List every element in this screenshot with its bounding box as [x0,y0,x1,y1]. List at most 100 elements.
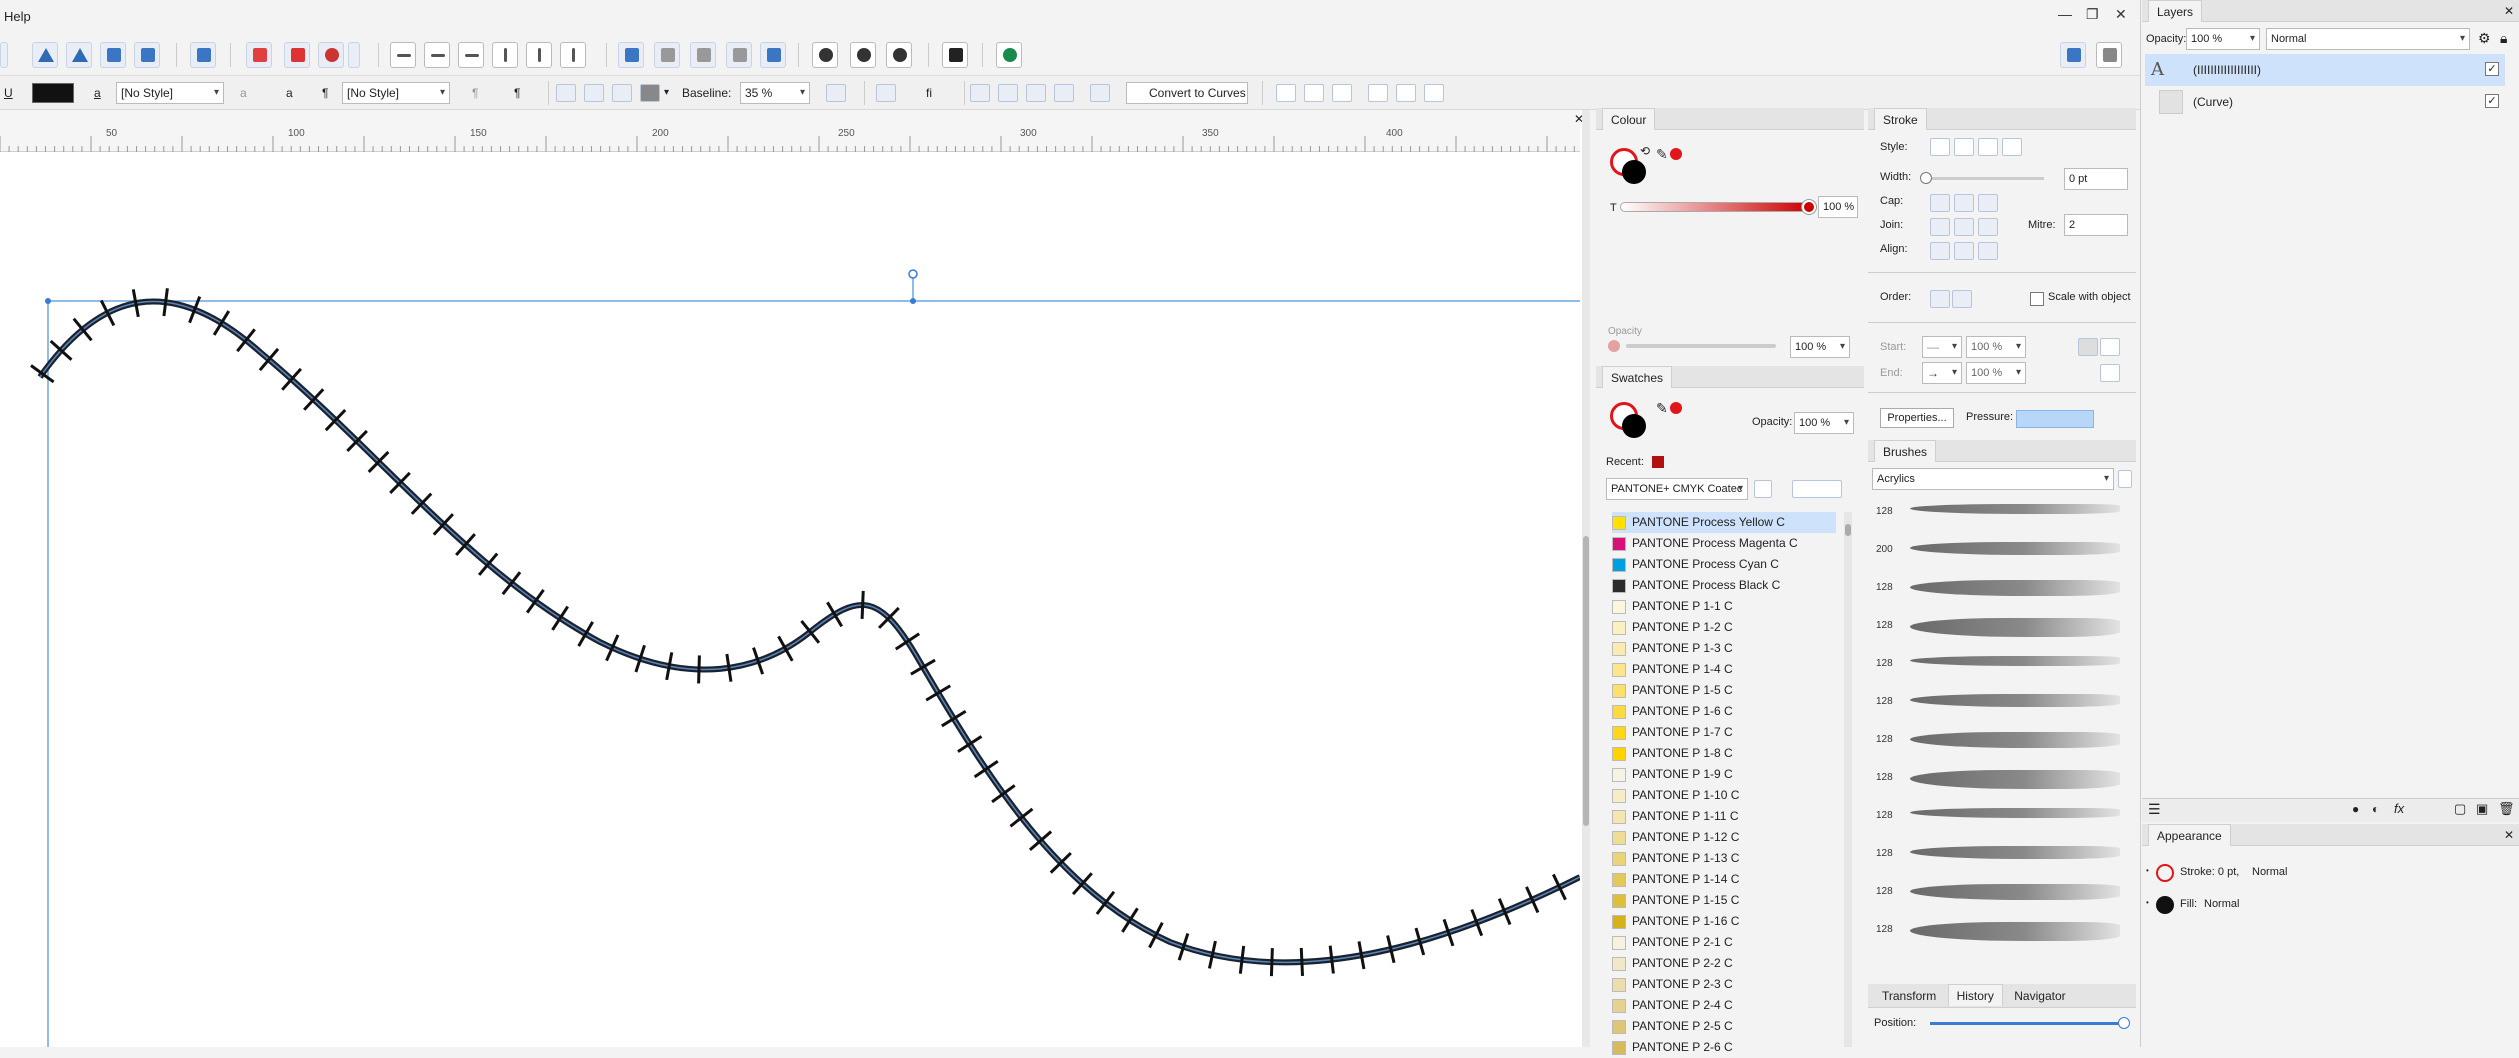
layer-settings-icon[interactable]: ⚙ [2478,30,2491,47]
swatch-item[interactable]: PANTONE P 1-9 C [1612,764,1836,785]
align-center-button[interactable] [424,42,450,68]
tint-field[interactable]: 100 % [1818,196,1858,218]
align-outside-button[interactable] [1978,242,1998,260]
tab-swatches[interactable]: Swatches [1602,366,1673,388]
transform-4-button[interactable] [1090,84,1110,102]
swatch-item[interactable]: PANTONE P 1-1 C [1612,596,1836,617]
persona-button[interactable] [2060,42,2086,68]
brush-item[interactable]: 128 [1872,798,2122,836]
opacity-slider[interactable] [1626,344,1776,348]
geometry-button[interactable] [812,42,838,68]
text-colour-swatch[interactable] [32,83,74,103]
swatch-opacity-field[interactable]: 100 % [1794,412,1854,434]
convert-to-curves-button[interactable]: Convert to Curves [1126,82,1248,104]
layer-item[interactable]: A (IIIIIIIIIIIIIIIIII) ✓ [2145,54,2505,86]
join-round-button[interactable] [1954,218,1974,236]
swatch-item[interactable]: PANTONE Process Black C [1612,575,1836,596]
tint-slider[interactable] [1620,202,1810,212]
end-scale-field[interactable]: 100 % [1966,362,2026,384]
pilcrow-button[interactable]: ¶ [472,82,478,104]
brush-item[interactable]: 128 [1872,684,2122,722]
curve-artwork[interactable] [0,152,1580,1047]
snap-button[interactable] [246,42,272,68]
align-right-button[interactable] [458,42,484,68]
minimize-icon[interactable]: — [2058,6,2072,22]
swatch-fill-well[interactable] [1622,414,1646,438]
transform-origin-button[interactable] [970,84,990,102]
scale-with-object-checkbox[interactable] [2030,292,2044,306]
geometry-2-button[interactable] [850,42,876,68]
menu-help[interactable]: Help [4,9,31,24]
brush-item[interactable]: 128 [1872,722,2122,760]
swatch-item[interactable]: PANTONE P 2-6 C [1612,1037,1836,1058]
distribute-top-button[interactable] [1368,84,1388,102]
swatch-item[interactable]: PANTONE P 1-11 C [1612,806,1836,827]
align-center-stroke-button[interactable] [1954,242,1974,260]
swatch-item[interactable]: PANTONE P 1-7 C [1612,722,1836,743]
tab-colour[interactable]: Colour [1602,108,1656,130]
style-dashed-button[interactable] [1978,138,1998,156]
swatch-item[interactable]: PANTONE P 1-2 C [1612,617,1836,638]
selection-handle[interactable] [910,298,916,304]
swatch-view-button[interactable] [1754,480,1772,498]
brush-item[interactable]: 128 [1872,608,2122,646]
snap-magnet-button[interactable] [318,42,344,68]
brush-item[interactable]: 128 [1872,760,2122,798]
cap-square-button[interactable] [1978,194,1998,212]
rotation-handle[interactable] [908,269,918,279]
arrow-options-2-button[interactable] [2100,364,2120,382]
history-slider-thumb[interactable] [2118,1017,2130,1029]
align-middle-button[interactable] [526,42,552,68]
distribute-center-button[interactable] [1304,84,1324,102]
swatch-item[interactable]: PANTONE Process Cyan C [1612,554,1836,575]
brush-item[interactable]: 128 [1872,874,2122,912]
brush-menu-button[interactable] [2118,470,2132,488]
mitre-field[interactable]: 2 [2064,214,2128,236]
fi-ligature-button[interactable]: fi [926,82,932,104]
char-icon-button[interactable]: a [240,82,247,104]
swatch-item[interactable]: PANTONE P 2-1 C [1612,932,1836,953]
tab-transform[interactable]: Transform [1874,985,1945,1007]
width-field[interactable]: 0 pt [2064,168,2128,190]
align-text-center-button[interactable] [584,84,604,102]
add-layer-icon[interactable]: ▢ [2454,801,2466,817]
align-inside-button[interactable] [1930,242,1950,260]
swatch-item[interactable]: PANTONE P 2-5 C [1612,1016,1836,1037]
arrange-back-button[interactable] [100,42,126,68]
recent-swatch[interactable] [1652,456,1664,468]
underline-button[interactable]: U [4,82,13,104]
layer-visibility-checkbox[interactable]: ✓ [2485,62,2499,76]
brush-item[interactable]: 128 [1872,836,2122,874]
align-top-button[interactable] [492,42,518,68]
join-bevel-button[interactable] [1978,218,1998,236]
pilcrow-2-button[interactable]: ¶ [514,82,520,104]
mask-layer-icon[interactable]: ● [2352,802,2359,816]
distribute-bottom-button[interactable] [1424,84,1444,102]
swatch-item[interactable]: PANTONE P 2-2 C [1612,953,1836,974]
brush-category-dropdown[interactable]: Acrylics [1872,468,2114,490]
brush-item[interactable]: 128 [1872,646,2122,684]
tab-navigator[interactable]: Navigator [2006,985,2074,1007]
swatch-item[interactable]: PANTONE P 1-15 C [1612,890,1836,911]
distribute-middle-button[interactable] [1396,84,1416,102]
baseline-field[interactable]: 35 % [740,82,810,104]
start-scale-field[interactable]: 100 % [1966,336,2026,358]
swatch-scrollbar[interactable] [1844,512,1852,1047]
appearance-stroke-row[interactable]: • Stroke: 0 pt, Normal [2146,862,2506,886]
close-icon[interactable]: ✕ [2115,6,2127,23]
selection-handle[interactable] [45,298,51,304]
swatch-none-black-white[interactable] [1792,480,1842,498]
blend-mode-dropdown[interactable]: Normal [2266,28,2470,50]
swatch-item[interactable]: PANTONE P 2-4 C [1612,995,1836,1016]
brush-item[interactable]: 200 [1872,532,2122,570]
appearance-close-icon[interactable]: ✕ [2504,824,2514,846]
snap-dropdown[interactable] [348,42,360,68]
distribute-left-button[interactable] [1276,84,1296,102]
justify-text-button[interactable] [640,84,660,102]
brush-item[interactable]: 128 [1872,494,2122,532]
swap-colours-icon[interactable]: ⟲ [1640,144,1650,158]
tab-layers[interactable]: Layers [2148,0,2203,22]
swatch-item[interactable]: PANTONE P 1-5 C [1612,680,1836,701]
swatch-item[interactable]: PANTONE Process Yellow C [1612,512,1836,533]
duplicate-layer-icon[interactable]: ▣ [2476,801,2488,817]
